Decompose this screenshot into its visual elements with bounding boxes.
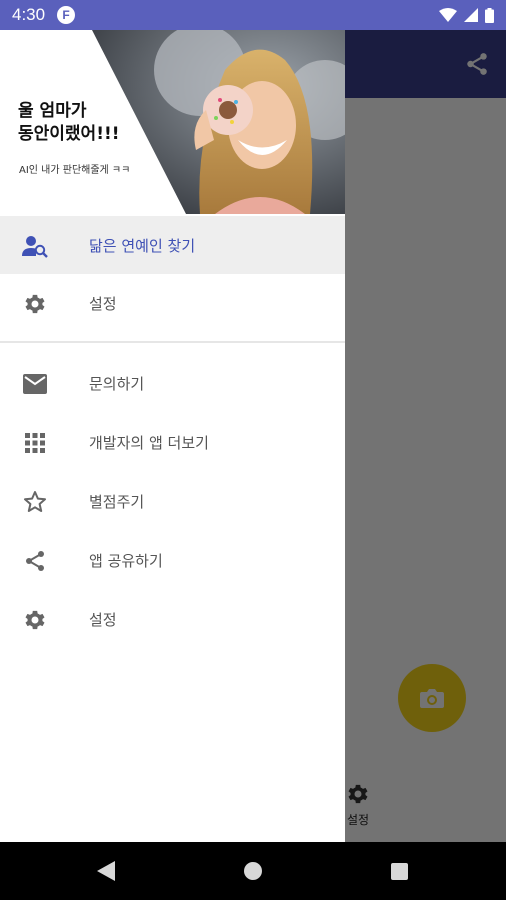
drawer-header-title: 울 엄마가 동안이랬어!!! [18,101,120,144]
nav-item-label: 설정 [89,294,117,313]
nav-item-find-lookalike[interactable]: 닮은 연예인 찾기 [0,216,345,274]
battery-icon [485,7,494,23]
mail-icon [22,371,48,397]
nav-item-contact[interactable]: 문의하기 [0,354,345,412]
nav-item-more-apps[interactable]: 개발자의 앱 더보기 [0,413,345,471]
recents-button[interactable] [369,842,429,900]
app-notification-icon: F [57,6,76,24]
back-button[interactable] [76,842,136,900]
gear-icon [22,291,48,317]
status-bar: 4:30 F [0,0,506,30]
share-icon [22,548,48,574]
nav-item-settings-2[interactable]: 설정 [0,590,345,648]
recents-icon [390,862,408,880]
drawer-header-subtitle: AI인 내가 판단해줄게 ㅋㅋ [19,165,131,176]
star-icon [22,489,48,515]
drawer-header: 울 엄마가 동안이랬어!!! AI인 내가 판단해줄게 ㅋㅋ [0,30,345,214]
status-time: 4:30 [12,5,46,24]
wifi-icon [439,8,457,22]
nav-item-rate[interactable]: 별점주기 [0,472,345,530]
gear-icon [22,607,48,633]
home-icon [244,862,262,880]
nav-item-label: 별점주기 [89,492,145,511]
nav-item-label: 앱 공유하기 [89,551,163,570]
nav-item-label: 개발자의 앱 더보기 [89,433,209,452]
apps-grid-icon [22,430,48,456]
drawer-divider [0,341,345,343]
cell-signal-icon [464,8,478,22]
navigation-drawer: 울 엄마가 동안이랬어!!! AI인 내가 판단해줄게 ㅋㅋ 닮은 연예인 찾기… [0,30,345,842]
system-nav-bar [0,842,506,900]
person-search-icon [22,233,48,259]
nav-item-label: 문의하기 [89,374,145,393]
nav-item-label: 설정 [89,610,117,629]
nav-item-label: 닮은 연예인 찾기 [89,236,196,255]
nav-item-share-app[interactable]: 앱 공유하기 [0,531,345,589]
nav-item-settings[interactable]: 설정 [0,274,345,332]
home-button[interactable] [223,842,283,900]
back-icon [97,861,115,881]
